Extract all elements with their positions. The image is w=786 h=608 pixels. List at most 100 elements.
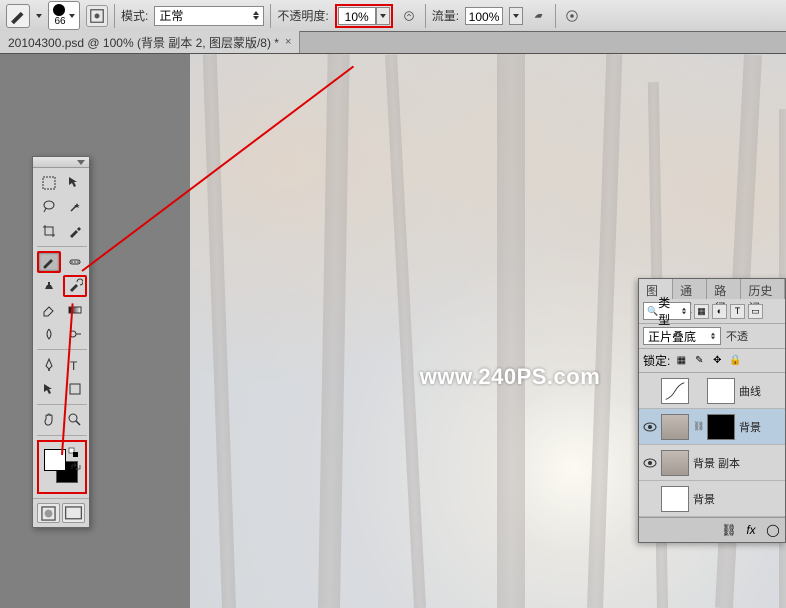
flow-label: 流量: [432, 7, 459, 24]
eyedropper-tool[interactable] [63, 220, 87, 242]
path-selection-tool[interactable] [37, 378, 61, 400]
blend-mode-select[interactable]: 正片叠底 [643, 327, 721, 345]
lock-pixels-icon[interactable]: ✎ [692, 354, 706, 368]
filter-shape-icon[interactable]: ▭ [748, 304, 763, 319]
zoom-tool[interactable] [63, 409, 87, 431]
brush-size-value: 66 [54, 16, 65, 27]
document-tab-bar: 20104300.psd @ 100% (背景 副本 2, 图层蒙版/8) * … [0, 32, 786, 54]
foreground-color-swatch[interactable] [44, 449, 66, 471]
tool-preset-dropdown-icon[interactable] [36, 14, 42, 18]
lock-transparency-icon[interactable]: ▦ [674, 354, 688, 368]
flow-dropdown[interactable] [509, 7, 523, 25]
separator [555, 4, 556, 28]
screen-mode[interactable] [62, 503, 85, 523]
layers-panel-footer: ⛓ fx ◯ [639, 517, 785, 542]
fx-icon[interactable]: fx [743, 522, 759, 538]
layer-list: 曲线 ⛓ 背景 背景 副本 背景 [639, 373, 785, 517]
layer-thumb[interactable] [661, 486, 689, 512]
opacity-input[interactable]: 10% [338, 7, 376, 25]
separator [114, 4, 115, 28]
filter-kind-select[interactable]: 🔍 类型 [643, 302, 691, 320]
type-tool[interactable]: T [63, 354, 87, 376]
opacity-dropdown[interactable] [376, 7, 390, 25]
brush-dot-icon [53, 4, 65, 16]
magic-wand-tool[interactable] [63, 196, 87, 218]
crop-tool[interactable] [37, 220, 61, 242]
document-title: 20104300.psd @ 100% (背景 副本 2, 图层蒙版/8) * [8, 34, 279, 51]
mode-label: 模式: [121, 7, 148, 24]
layer-row-curves[interactable]: 曲线 [639, 373, 785, 409]
layer-row-bg[interactable]: 背景 [639, 481, 785, 517]
brush-tool[interactable] [37, 251, 61, 273]
opacity-field-highlight: 10% [335, 4, 393, 28]
lock-all-icon[interactable]: 🔒 [728, 354, 742, 368]
blend-row: 正片叠底 不透 [639, 324, 785, 349]
tools-panel: T [32, 156, 90, 528]
filter-type-icon[interactable]: T [730, 304, 745, 319]
brush-preset-picker[interactable]: 66 [48, 1, 80, 30]
layer-name: 背景 [739, 419, 761, 435]
hand-tool[interactable] [37, 409, 61, 431]
airbrush-icon[interactable] [529, 6, 549, 26]
move-tool[interactable] [63, 172, 87, 194]
brush-dropdown-icon [69, 14, 75, 18]
options-bar: 66 模式: 正常 不透明度: 10% 流量: 100% [0, 0, 786, 32]
layer-thumb[interactable] [661, 414, 689, 440]
eraser-tool[interactable] [37, 299, 61, 321]
pressure-opacity-icon[interactable] [399, 6, 419, 26]
layer-filter-row: 🔍 类型 ▦ ◐ T ▭ [639, 299, 785, 324]
watermark: www.240PS.com [420, 364, 601, 390]
visibility-toggle[interactable] [643, 384, 657, 398]
tab-history[interactable]: 历史记 [741, 279, 785, 299]
document-tab[interactable]: 20104300.psd @ 100% (背景 副本 2, 图层蒙版/8) * … [0, 31, 300, 53]
dodge-tool[interactable] [63, 323, 87, 345]
pressure-size-icon[interactable] [562, 6, 582, 26]
quick-mask-mode[interactable] [37, 503, 60, 523]
layer-blend-value: 正片叠底 [648, 328, 696, 345]
layer-mask-thumb[interactable] [707, 414, 735, 440]
link-layers-icon[interactable]: ⛓ [721, 522, 737, 538]
svg-text:T: T [70, 359, 78, 373]
separator [425, 4, 426, 28]
filter-adjustment-icon[interactable]: ◐ [712, 304, 727, 319]
blur-tool[interactable] [37, 323, 61, 345]
layer-name: 背景 副本 [693, 455, 740, 471]
swap-colors-icon[interactable] [70, 461, 82, 473]
tool-preset-picker[interactable] [6, 4, 30, 28]
layer-mask-thumb[interactable] [707, 378, 735, 404]
tab-paths[interactable]: 路径 [707, 279, 741, 299]
visibility-toggle[interactable] [643, 492, 657, 506]
layer-thumb[interactable] [661, 450, 689, 476]
marquee-tool[interactable] [37, 172, 61, 194]
link-icon: ⛓ [693, 421, 703, 432]
visibility-toggle[interactable] [643, 456, 657, 470]
blend-mode-select[interactable]: 正常 [154, 6, 264, 26]
blend-mode-value: 正常 [159, 7, 183, 24]
filter-kind-value: 类型 [658, 294, 681, 328]
layer-row-bg-copy2[interactable]: ⛓ 背景 [639, 409, 785, 445]
layer-name: 背景 [693, 491, 715, 507]
layer-thumb[interactable] [661, 378, 689, 404]
layer-row-bg-copy[interactable]: 背景 副本 [639, 445, 785, 481]
mask-icon[interactable]: ◯ [765, 522, 781, 538]
default-colors-icon[interactable] [68, 447, 80, 459]
visibility-toggle[interactable] [643, 420, 657, 434]
filter-pixel-icon[interactable]: ▦ [694, 304, 709, 319]
shape-tool[interactable] [63, 378, 87, 400]
close-tab-icon[interactable]: × [285, 36, 291, 48]
flow-input[interactable]: 100% [465, 7, 503, 25]
tools-panel-header[interactable] [33, 157, 89, 168]
brush-panel-toggle[interactable] [86, 5, 108, 27]
gradient-tool[interactable] [63, 299, 87, 321]
lasso-tool[interactable] [37, 196, 61, 218]
separator [270, 4, 271, 28]
healing-brush-tool[interactable] [63, 251, 87, 273]
layers-panel: 图层 通道 路径 历史记 🔍 类型 ▦ ◐ T ▭ 正片叠底 不透 锁定: ▦ … [638, 278, 786, 543]
lock-position-icon[interactable]: ✥ [710, 354, 724, 368]
clone-stamp-tool[interactable] [37, 275, 61, 297]
pen-tool[interactable] [37, 354, 61, 376]
color-swatches [42, 447, 82, 487]
lock-label: 锁定: [643, 352, 670, 369]
lock-row: 锁定: ▦ ✎ ✥ 🔒 [639, 349, 785, 373]
history-brush-tool[interactable] [63, 275, 87, 297]
